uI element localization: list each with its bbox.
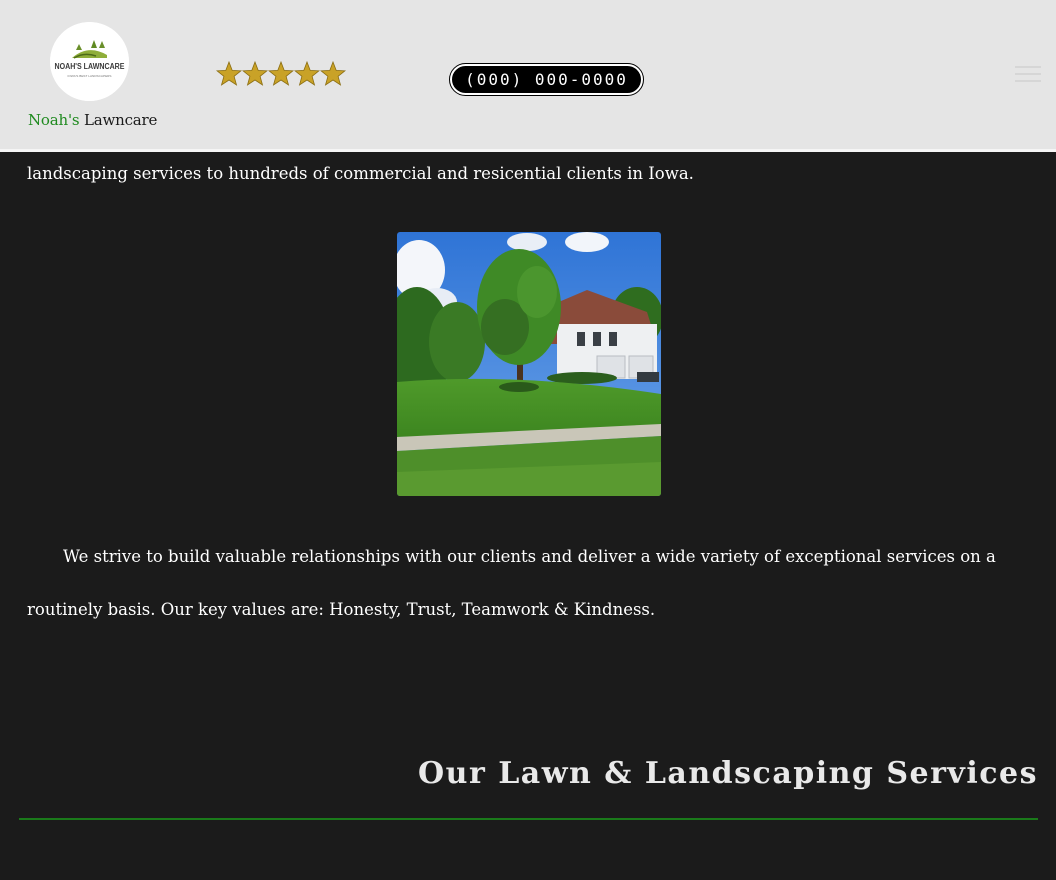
- house-lawn-photo: [397, 232, 661, 496]
- menu-bar: [1015, 66, 1041, 68]
- rating-stars: [216, 60, 346, 90]
- logo-graphic: NOAH'S LAWNCARE IOWA'S BEST LANDSCAPERS: [50, 22, 129, 101]
- star-icon: [320, 60, 346, 86]
- page: NOAH'S LAWNCARE IOWA'S BEST LANDSCAPERS …: [0, 0, 1056, 880]
- section-title: Our Lawn & Landscaping Services: [418, 756, 1038, 791]
- star-icon: [294, 60, 320, 86]
- values-paragraph: We strive to build valuable relationship…: [27, 547, 996, 619]
- logo-tagline: IOWA'S BEST LANDSCAPERS: [68, 74, 112, 78]
- logo-wordmark: NOAH'S LAWNCARE: [55, 62, 126, 71]
- site-header: NOAH'S LAWNCARE IOWA'S BEST LANDSCAPERS …: [0, 0, 1056, 152]
- brand-name-second: Lawncare: [83, 111, 158, 129]
- star-icon: [242, 60, 268, 86]
- intro-text: landscaping services to hundreds of comm…: [27, 164, 694, 183]
- brand-name-first: Noah's: [28, 111, 80, 129]
- logo[interactable]: NOAH'S LAWNCARE IOWA'S BEST LANDSCAPERS: [50, 22, 129, 101]
- section-divider: [19, 818, 1038, 820]
- phone-button[interactable]: (000) 000-0000: [449, 63, 644, 96]
- star-icon: [216, 60, 242, 86]
- menu-bar: [1015, 80, 1041, 82]
- house-lawn-image: [397, 232, 661, 496]
- hamburger-menu-icon[interactable]: [1015, 66, 1041, 88]
- star-icon: [268, 60, 294, 86]
- menu-bar: [1015, 73, 1041, 75]
- brand-name[interactable]: Noah's Lawncare: [28, 111, 157, 129]
